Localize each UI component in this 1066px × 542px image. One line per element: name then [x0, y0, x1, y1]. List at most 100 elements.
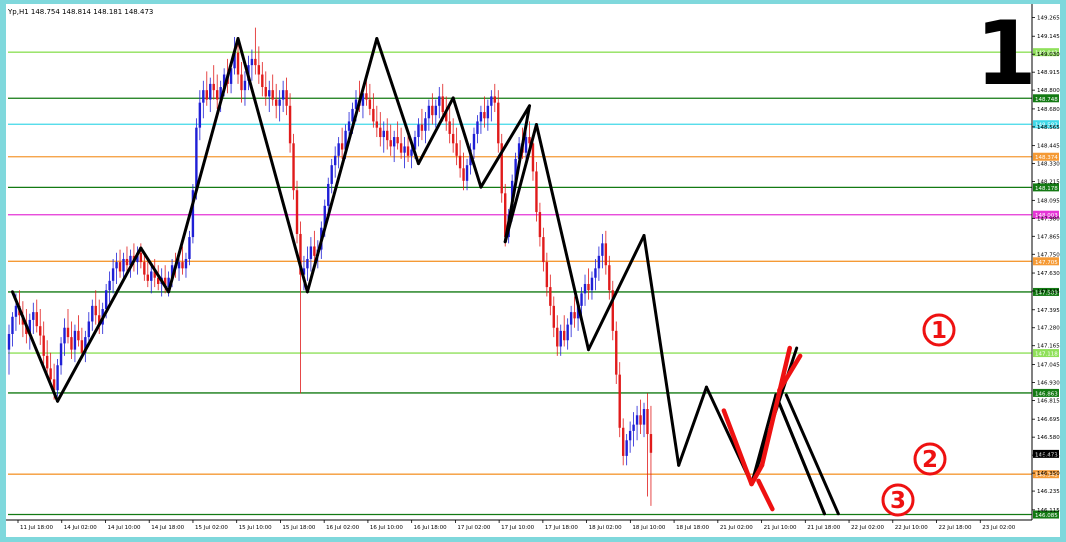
- candle-body-120: [424, 118, 427, 131]
- candle-body-149: [524, 137, 528, 153]
- candle-body-16: [63, 327, 66, 344]
- candle-body-93: [330, 165, 333, 184]
- price-tick-label-20: 146.930: [1037, 380, 1060, 386]
- candle-body-19: [73, 330, 77, 350]
- zigzag-segment-5: [305, 37, 379, 294]
- candle-body-7: [32, 312, 35, 320]
- candle-body-115: [406, 146, 410, 156]
- candle-body-96: [340, 143, 344, 150]
- price-tick-label-21: 146.815: [1037, 398, 1060, 404]
- candle-body-114: [403, 146, 406, 153]
- candle-body-124: [438, 96, 441, 106]
- candle-body-107: [379, 127, 382, 138]
- zigzag-segment-3: [167, 37, 240, 294]
- projection-red-segment-2: [759, 345, 792, 468]
- time-tick-label-7: 16 Jul 02:00: [326, 525, 359, 531]
- chart-frame: 149.043 148.748 148.582 148.374 148.178 148.0…: [6, 4, 1060, 537]
- candle-body-109: [386, 130, 389, 141]
- price-tick-label-15: 147.515: [1037, 289, 1060, 295]
- price-chart[interactable]: 149.043148.748148.582148.374148.178148.0…: [6, 4, 1060, 537]
- candle-body-56: [202, 90, 205, 103]
- candle-body-184: [646, 409, 649, 435]
- candle-body-73: [261, 74, 264, 88]
- price-tick-label-24: 146.465: [1037, 453, 1060, 459]
- candle-body-106: [375, 121, 379, 128]
- candle-body-9: [39, 326, 42, 336]
- time-tick-label-18: 21 Jul 18:00: [807, 525, 840, 531]
- candle-body-139: [490, 96, 493, 106]
- projection-black-leg-2: [784, 393, 840, 516]
- candle-body-55: [198, 102, 202, 128]
- candle-body-20: [77, 330, 80, 341]
- price-tick-label-22: 146.695: [1037, 417, 1060, 423]
- candle-body-57: [205, 90, 208, 100]
- candle-body-118: [417, 124, 420, 138]
- candle-body-60: [216, 90, 219, 100]
- symbol-ohlc-header: Yp,H1 148.754 148.814 148.181 148.473: [7, 8, 153, 16]
- projection-red-segment-0: [721, 408, 754, 487]
- time-tick-label-22: 23 Jul 02:00: [982, 525, 1015, 531]
- candle-body-103: [365, 93, 368, 100]
- candle-body-39: [143, 262, 146, 275]
- price-tick-label-14: 147.630: [1037, 271, 1060, 277]
- candle-body-121: [427, 105, 431, 119]
- price-tick-label-9: 148.215: [1037, 180, 1060, 186]
- candle-body-173: [608, 265, 611, 291]
- candle-body-23: [87, 321, 91, 338]
- time-tick-label-4: 15 Jul 02:00: [195, 525, 228, 531]
- candle-body-76: [271, 90, 274, 100]
- candle-body-125: [441, 96, 444, 113]
- price-tick-label-16: 147.395: [1037, 308, 1060, 314]
- zigzag-segment-1: [56, 246, 143, 403]
- time-axis: 11 Jul 18:00 14 Jul 02:00 14 Jul 10:00 14 J…: [6, 519, 1032, 531]
- time-tick-label-15: 18 Jul 18:00: [676, 525, 709, 531]
- candle-body-112: [396, 137, 399, 144]
- candle-body-153: [538, 212, 542, 238]
- candle-body-155: [545, 262, 549, 288]
- candle-body-33: [122, 258, 125, 272]
- candle-body-59: [212, 83, 215, 91]
- candle-body-131: [462, 168, 465, 181]
- candle-body-29: [108, 280, 111, 291]
- zigzag-segment-14: [642, 234, 681, 467]
- price-tick-label-5: 148.680: [1037, 107, 1060, 113]
- price-tick-label-26: 146.235: [1037, 489, 1060, 495]
- candle-body-137: [483, 112, 486, 119]
- candle-body-14: [56, 365, 59, 391]
- candle-body-151: [531, 143, 535, 172]
- time-tick-label-10: 17 Jul 02:00: [457, 525, 490, 531]
- projection-black-leg-0: [774, 393, 826, 516]
- candle-body-34: [125, 258, 129, 266]
- candle-body-10: [42, 335, 45, 356]
- candle-body-135: [476, 121, 479, 134]
- scenario-number-badge: 1: [975, 4, 1036, 105]
- candle-body-77: [274, 99, 278, 106]
- time-tick-label-14: 18 Jul 10:00: [632, 525, 665, 531]
- candle-body-11: [45, 355, 49, 369]
- candle-body-122: [431, 105, 434, 116]
- candle-body-49: [177, 262, 181, 269]
- time-tick-label-16: 21 Jul 02:00: [720, 525, 753, 531]
- candle-body-68: [243, 80, 247, 91]
- candle-body-0: [7, 333, 11, 350]
- price-tick-label-2: 149.030: [1037, 52, 1060, 58]
- level-label-3: 148.374: [1035, 155, 1058, 161]
- candle-body-105: [372, 108, 375, 122]
- candle-body-111: [392, 137, 396, 147]
- price-tick-label-23: 146.580: [1037, 435, 1060, 441]
- price-tick-label-25: 146.350: [1037, 471, 1060, 477]
- candle-body-185: [649, 434, 653, 453]
- level-label-8: 147.118: [1035, 352, 1058, 358]
- candle-body-175: [615, 330, 618, 375]
- candle-body-92: [327, 183, 330, 206]
- candle-body-30: [111, 268, 115, 281]
- candle-body-140: [493, 96, 496, 103]
- candle-body-83: [295, 190, 299, 234]
- candle-body-127: [448, 121, 451, 134]
- level-label-6: 147.705: [1035, 260, 1058, 266]
- scenario-marker-label-1: 2: [922, 447, 938, 473]
- time-tick-label-13: 18 Jul 02:00: [589, 525, 622, 531]
- candle-body-25: [94, 305, 97, 316]
- candle-body-167: [587, 283, 590, 291]
- candle-body-176: [618, 374, 621, 428]
